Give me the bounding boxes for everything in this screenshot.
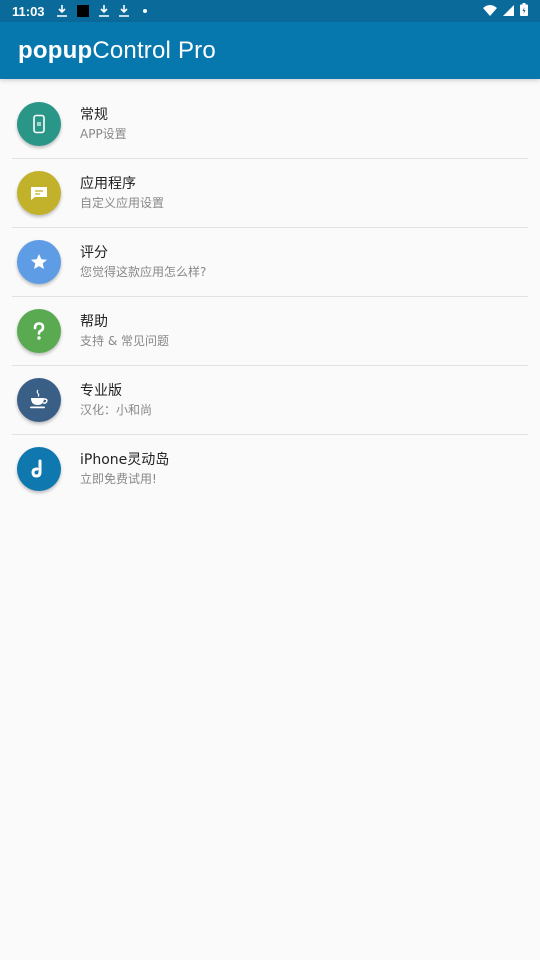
item-subtitle: 汉化：小和尚: [80, 403, 153, 417]
tiktok-icon: [17, 447, 61, 491]
app-title-bold: popup: [18, 36, 93, 64]
item-title: 专业版: [80, 383, 122, 399]
download-icon: [118, 5, 129, 17]
message-icon: [17, 171, 61, 215]
list-item-rate[interactable]: 评分 您觉得这款应用怎么样?: [0, 228, 540, 297]
list-item-apps[interactable]: 应用程序 自定义应用设置: [0, 159, 540, 228]
download-icon: [98, 5, 109, 17]
system-icons: [483, 3, 528, 19]
battery-icon: [520, 3, 528, 19]
app-bar: popupControl Pro: [0, 22, 540, 79]
status-bar: 11:03: [0, 0, 540, 22]
status-time: 11:03: [12, 3, 45, 19]
item-subtitle: 自定义应用设置: [80, 196, 165, 210]
settings-list: 常规 APP设置 应用程序 自定义应用设置 评分 您觉得这款应用怎么样? 帮助 …: [0, 90, 540, 504]
notification-square-icon: [76, 5, 89, 17]
notification-icons: [56, 5, 147, 17]
more-notifications-dot-icon: [142, 9, 147, 13]
app-title-rest: Control Pro: [92, 36, 216, 64]
item-title: 常规: [80, 107, 108, 123]
download-icon: [56, 5, 67, 17]
item-title: 帮助: [80, 314, 108, 330]
item-subtitle: 立即免费试用!: [80, 472, 157, 486]
list-item-general[interactable]: 常规 APP设置: [0, 90, 540, 159]
item-title: iPhone灵动岛: [80, 452, 170, 468]
item-subtitle: 您觉得这款应用怎么样?: [80, 265, 207, 279]
star-icon: [17, 240, 61, 284]
list-item-dynamic-island[interactable]: iPhone灵动岛 立即免费试用!: [0, 435, 540, 504]
coffee-icon: [17, 378, 61, 422]
signal-icon: [503, 4, 514, 19]
phone-icon: [17, 102, 61, 146]
list-item-help[interactable]: 帮助 支持 & 常见问题: [0, 297, 540, 366]
item-subtitle: 支持 & 常见问题: [80, 334, 169, 348]
help-icon: [17, 309, 61, 353]
list-item-pro[interactable]: 专业版 汉化：小和尚: [0, 366, 540, 435]
item-title: 评分: [80, 245, 108, 261]
item-subtitle: APP设置: [80, 127, 127, 141]
app-title: popupControl Pro: [18, 37, 216, 65]
item-title: 应用程序: [80, 176, 136, 192]
wifi-icon: [483, 4, 497, 19]
